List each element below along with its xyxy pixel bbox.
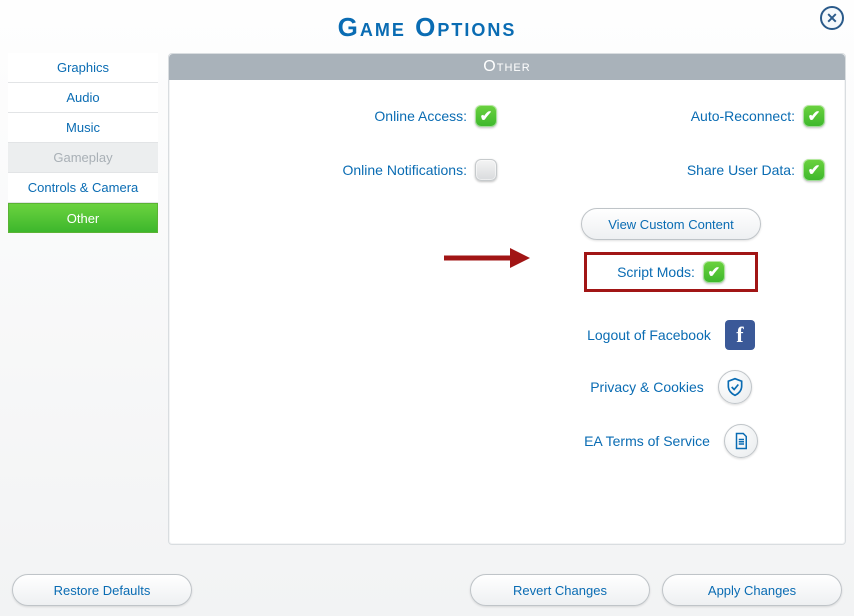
tab-gameplay: Gameplay xyxy=(8,143,158,173)
window-title: Game Options xyxy=(0,0,854,53)
ea-tos-label: EA Terms of Service xyxy=(584,433,710,449)
apply-changes-button[interactable]: Apply Changes xyxy=(662,574,842,606)
tab-controls-camera[interactable]: Controls & Camera xyxy=(8,173,158,203)
close-button[interactable]: ✕ xyxy=(820,6,844,30)
share-user-data-checkbox[interactable]: ✔ xyxy=(803,159,825,181)
auto-reconnect-checkbox[interactable]: ✔ xyxy=(803,105,825,127)
online-notifications-label: Online Notifications: xyxy=(342,162,467,178)
revert-changes-button[interactable]: Revert Changes xyxy=(470,574,650,606)
panel-title: Other xyxy=(169,54,845,80)
shield-icon xyxy=(718,370,752,404)
privacy-cookies-link[interactable]: Privacy & Cookies xyxy=(590,370,752,404)
tab-music[interactable]: Music xyxy=(8,113,158,143)
option-online-notifications: Online Notifications: ✔ xyxy=(189,150,497,190)
logout-facebook-link[interactable]: Logout of Facebook f xyxy=(587,320,755,350)
online-access-checkbox[interactable]: ✔ xyxy=(475,105,497,127)
option-share-user-data: Share User Data: ✔ xyxy=(517,150,825,190)
annotation-arrow-icon xyxy=(442,246,532,270)
option-online-access: Online Access: ✔ xyxy=(189,96,497,136)
footer: Restore Defaults Revert Changes Apply Ch… xyxy=(0,574,854,606)
script-mods-label: Script Mods: xyxy=(617,264,695,280)
script-mods-highlight: Script Mods: ✔ xyxy=(584,252,758,292)
right-column: Auto-Reconnect: ✔ Share User Data: ✔ Vie… xyxy=(517,96,825,468)
view-custom-content-button[interactable]: View Custom Content xyxy=(581,208,761,240)
tab-audio[interactable]: Audio xyxy=(8,83,158,113)
tab-graphics[interactable]: Graphics xyxy=(8,53,158,83)
panel-other: Other Online Access: ✔ Online Notificati… xyxy=(168,53,846,545)
close-icon: ✕ xyxy=(826,10,838,26)
logout-facebook-label: Logout of Facebook xyxy=(587,327,711,343)
script-mods-checkbox[interactable]: ✔ xyxy=(703,261,725,283)
option-auto-reconnect: Auto-Reconnect: ✔ xyxy=(517,96,825,136)
online-access-label: Online Access: xyxy=(374,108,467,124)
ea-tos-link[interactable]: EA Terms of Service xyxy=(584,424,758,458)
facebook-icon: f xyxy=(725,320,755,350)
share-user-data-label: Share User Data: xyxy=(687,162,795,178)
tab-other[interactable]: Other xyxy=(8,203,158,233)
privacy-cookies-label: Privacy & Cookies xyxy=(590,379,704,395)
auto-reconnect-label: Auto-Reconnect: xyxy=(691,108,795,124)
document-icon xyxy=(724,424,758,458)
left-column: Online Access: ✔ Online Notifications: ✔ xyxy=(189,96,497,468)
sidebar: Graphics Audio Music Gameplay Controls &… xyxy=(8,53,158,545)
restore-defaults-button[interactable]: Restore Defaults xyxy=(12,574,192,606)
online-notifications-checkbox[interactable]: ✔ xyxy=(475,159,497,181)
